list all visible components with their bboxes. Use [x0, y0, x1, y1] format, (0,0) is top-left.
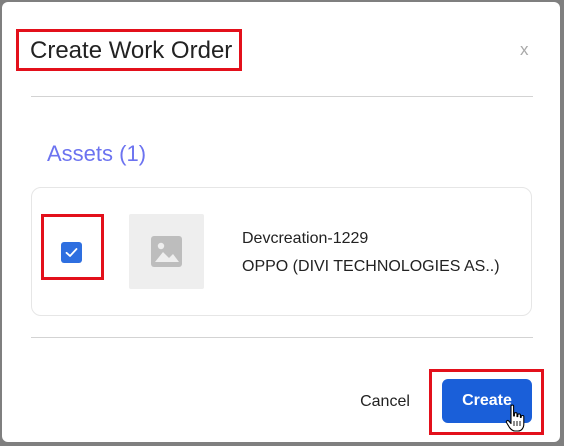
asset-checkbox[interactable]	[61, 242, 82, 263]
footer-divider	[31, 337, 533, 338]
hand-cursor-icon	[505, 404, 525, 432]
asset-name: Devcreation-1229	[242, 230, 369, 247]
asset-thumbnail	[129, 214, 204, 289]
dialog-title: Create Work Order	[30, 37, 233, 64]
image-placeholder-icon	[151, 236, 182, 267]
assets-heading: Assets (1)	[47, 141, 147, 166]
close-icon[interactable]: x	[520, 40, 529, 60]
header-divider	[31, 96, 533, 97]
asset-subtitle: OPPO (DIVI TECHNOLOGIES AS..)	[242, 258, 500, 275]
checkmark-icon	[65, 248, 78, 257]
asset-card	[31, 187, 532, 316]
cancel-button[interactable]: Cancel	[346, 388, 424, 416]
